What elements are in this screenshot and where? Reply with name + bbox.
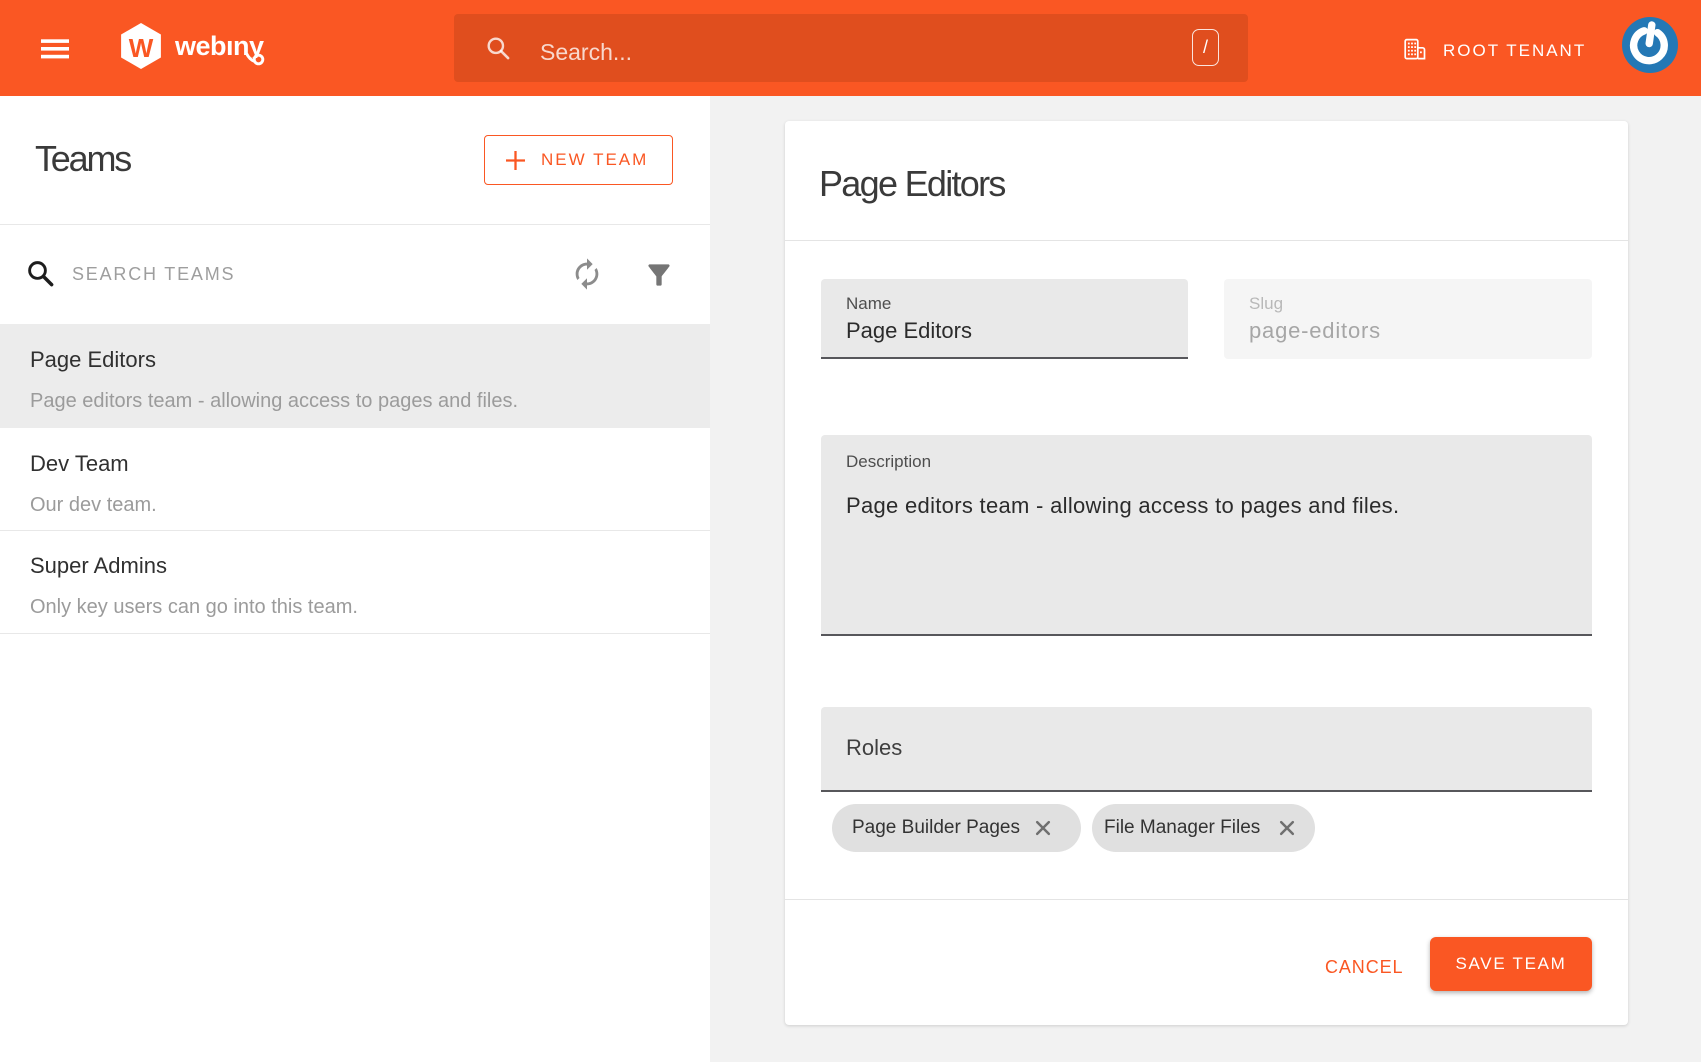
svg-text:W: W: [129, 33, 154, 63]
